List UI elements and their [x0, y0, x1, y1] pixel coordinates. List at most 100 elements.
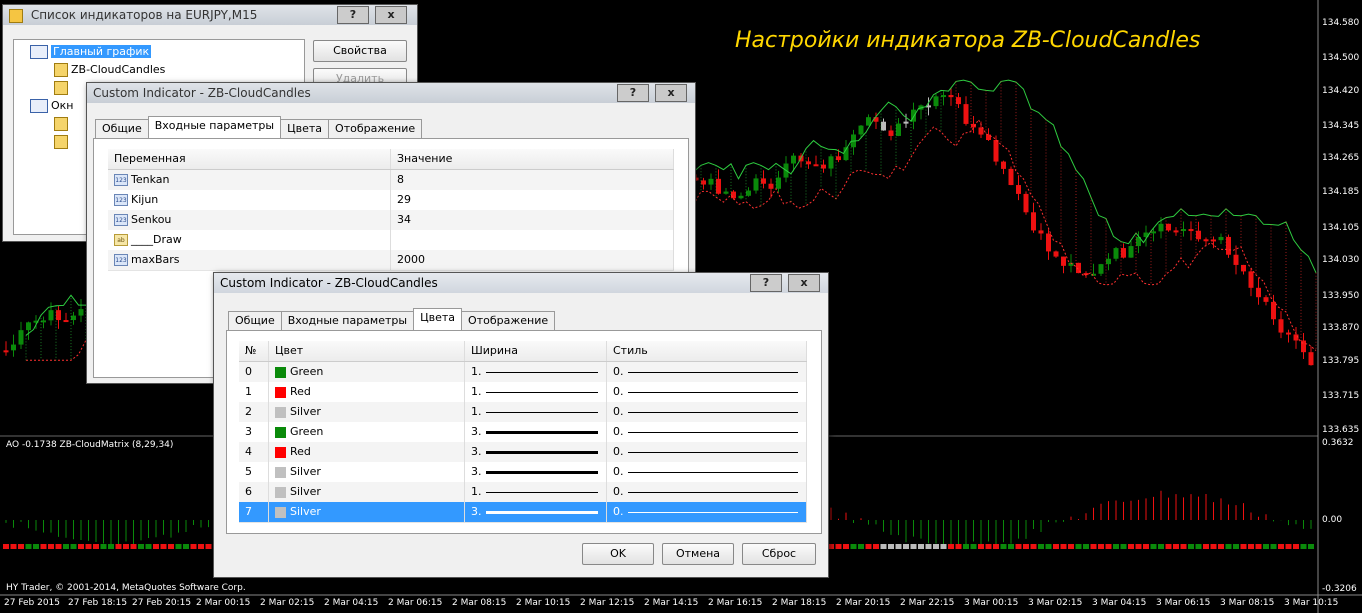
- colors-dialog-titlebar[interactable]: Custom Indicator - ZB-CloudCandles ? x: [214, 273, 828, 293]
- style-cell[interactable]: 0.: [607, 362, 807, 382]
- color-row[interactable]: 2 Silver 1. 0.: [239, 402, 807, 423]
- ok-button[interactable]: OK: [582, 543, 654, 565]
- tree-item[interactable]: [54, 116, 71, 132]
- color-cell[interactable]: Red: [269, 442, 465, 462]
- style-cell[interactable]: 0.: [607, 502, 807, 522]
- signal-dot: [70, 544, 77, 549]
- col-variable[interactable]: Переменная: [108, 149, 391, 169]
- style-cell[interactable]: 0.: [607, 482, 807, 502]
- tab[interactable]: Цвета: [280, 119, 330, 138]
- tab[interactable]: Отображение: [328, 119, 423, 138]
- tab[interactable]: Входные параметры: [147, 116, 282, 138]
- style-cell[interactable]: 0.: [607, 402, 807, 422]
- signal-dot: [1105, 544, 1112, 549]
- width-cell[interactable]: 1.: [465, 402, 607, 422]
- tree-item[interactable]: Окн: [30, 98, 74, 114]
- color-cell[interactable]: Silver: [269, 502, 465, 522]
- param-value[interactable]: 8: [391, 170, 674, 190]
- style-cell[interactable]: 0.: [607, 382, 807, 402]
- signal-dot: [18, 544, 24, 549]
- tree-item[interactable]: Главный график: [30, 44, 152, 60]
- inputs-dialog-titlebar[interactable]: Custom Indicator - ZB-CloudCandles ? x: [87, 83, 695, 103]
- signal-dot: [1053, 544, 1059, 549]
- col-style[interactable]: Стиль: [607, 341, 807, 361]
- color-cell[interactable]: Silver: [269, 482, 465, 502]
- tab[interactable]: Общие: [228, 311, 282, 330]
- candle-body: [1008, 168, 1014, 186]
- col-width[interactable]: Ширина: [465, 341, 607, 361]
- signal-dot: [1068, 544, 1074, 549]
- integer-type-icon: 123: [114, 214, 128, 226]
- color-name: Green: [290, 425, 324, 438]
- signal-dot: [1135, 544, 1142, 549]
- time-tick: 3 Mar 04:15: [1092, 598, 1147, 608]
- help-button[interactable]: ?: [750, 274, 782, 292]
- cancel-button[interactable]: Отмена: [662, 543, 734, 565]
- width-cell[interactable]: 1.: [465, 482, 607, 502]
- param-row[interactable]: 123 Tenkan 8: [108, 170, 674, 191]
- signal-dot: [1188, 544, 1194, 549]
- tab[interactable]: Общие: [95, 119, 149, 138]
- tab[interactable]: Входные параметры: [280, 311, 415, 330]
- close-button[interactable]: x: [655, 84, 687, 102]
- price-tick: 134.500: [1322, 53, 1360, 63]
- properties-button[interactable]: Свойства: [313, 40, 407, 62]
- color-row[interactable]: 1 Red 1. 0.: [239, 382, 807, 403]
- signal-dot: [1263, 544, 1269, 549]
- style-cell[interactable]: 0.: [607, 462, 807, 482]
- param-row[interactable]: 123 Senkou 34: [108, 210, 674, 231]
- help-button[interactable]: ?: [617, 84, 649, 102]
- tree-item[interactable]: [54, 134, 71, 150]
- help-button[interactable]: ?: [337, 6, 369, 24]
- width-cell[interactable]: 3.: [465, 422, 607, 442]
- width-cell[interactable]: 1.: [465, 382, 607, 402]
- param-value[interactable]: [391, 230, 674, 250]
- param-row[interactable]: ab ____Draw: [108, 230, 674, 251]
- color-row[interactable]: 3 Green 3. 0.: [239, 422, 807, 443]
- tree-item-label: Главный график: [51, 45, 152, 58]
- width-cell[interactable]: 3.: [465, 502, 607, 522]
- signal-dot: [145, 544, 152, 549]
- color-cell[interactable]: Green: [269, 362, 465, 382]
- width-cell[interactable]: 3.: [465, 442, 607, 462]
- close-button[interactable]: x: [375, 6, 407, 24]
- indicator-list-titlebar[interactable]: Список индикаторов на EURJPY,M15 ? x: [3, 5, 417, 25]
- signal-dot: [123, 544, 129, 549]
- color-cell[interactable]: Silver: [269, 402, 465, 422]
- color-row[interactable]: 0 Green 1. 0.: [239, 362, 807, 383]
- color-cell[interactable]: Silver: [269, 462, 465, 482]
- tree-item[interactable]: ZB-CloudCandles: [54, 62, 165, 78]
- param-value[interactable]: 29: [391, 190, 674, 210]
- colors-dialog: Custom Indicator - ZB-CloudCandles ? x О…: [213, 272, 829, 578]
- param-value[interactable]: 34: [391, 210, 674, 230]
- col-value[interactable]: Значение: [391, 149, 674, 169]
- candle-body: [3, 350, 9, 353]
- color-row[interactable]: 4 Red 3. 0.: [239, 442, 807, 463]
- param-name-cell: 123 Senkou: [108, 210, 391, 230]
- param-row[interactable]: 123 Kijun 29: [108, 190, 674, 211]
- width-cell[interactable]: 3.: [465, 462, 607, 482]
- reset-button[interactable]: Сброс: [742, 543, 816, 565]
- color-row[interactable]: 5 Silver 3. 0.: [239, 462, 807, 483]
- col-num[interactable]: №: [239, 341, 269, 361]
- style-cell[interactable]: 0.: [607, 442, 807, 462]
- param-value[interactable]: 2000: [391, 250, 674, 270]
- candle-body: [1016, 185, 1021, 194]
- candle-body: [708, 178, 714, 185]
- color-row[interactable]: 7 Silver 3. 0.: [239, 502, 807, 523]
- color-cell[interactable]: Red: [269, 382, 465, 402]
- param-row[interactable]: 123 maxBars 2000: [108, 250, 674, 271]
- close-button[interactable]: x: [788, 274, 820, 292]
- col-color[interactable]: Цвет: [269, 341, 465, 361]
- color-row[interactable]: 6 Silver 1. 0.: [239, 482, 807, 503]
- candle-body: [956, 97, 961, 105]
- color-cell[interactable]: Green: [269, 422, 465, 442]
- width-cell[interactable]: 1.: [465, 362, 607, 382]
- tree-item[interactable]: [54, 80, 71, 96]
- tab[interactable]: Цвета: [413, 308, 463, 330]
- candle-body: [11, 344, 16, 351]
- signal-dot: [865, 544, 872, 549]
- signal-dot: [933, 544, 939, 549]
- tab[interactable]: Отображение: [461, 311, 556, 330]
- style-cell[interactable]: 0.: [607, 422, 807, 442]
